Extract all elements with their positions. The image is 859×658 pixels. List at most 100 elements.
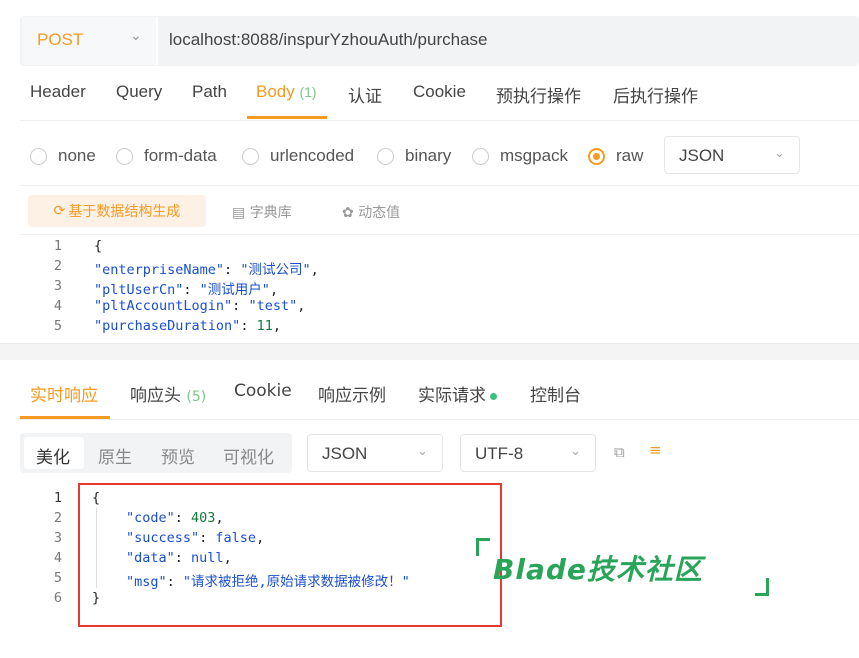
tab-auth[interactable]: 认证 <box>348 82 382 107</box>
radio-circle <box>472 147 489 165</box>
tab-body-label: Body <box>256 82 295 101</box>
tab-post-script[interactable]: 后执行操作 <box>613 82 698 107</box>
line-number: 1 <box>53 238 62 254</box>
json-value: "测试公司" <box>240 262 311 278</box>
tab-actual-request-label: 实际请求 <box>418 386 486 406</box>
code-line: "data": null, <box>126 550 232 566</box>
watermark-text: Blade技术社区 <box>493 553 703 586</box>
line-number: 3 <box>53 278 62 294</box>
json-key: "msg" <box>126 574 167 590</box>
code-line: "code": 403, <box>126 510 224 526</box>
json-key: "purchaseDuration" <box>94 318 241 334</box>
view-mode-visualize[interactable]: 可视化 <box>223 443 274 468</box>
radio-label: raw <box>616 146 644 165</box>
tab-header[interactable]: Header <box>30 82 86 102</box>
radio-circle <box>242 147 259 165</box>
chevron-down-icon: ⌄ <box>417 444 428 459</box>
url-input[interactable]: localhost:8088/inspurYzhouAuth/purchase <box>169 30 488 50</box>
copy-icon[interactable]: ⧉ <box>614 443 625 461</box>
dynamic-label: 动态值 <box>358 205 401 221</box>
tab-response-headers-count: (5) <box>186 389 207 405</box>
tab-response-cookie[interactable]: Cookie <box>234 381 292 401</box>
json-value: "test" <box>248 298 298 314</box>
code-line: "success": false, <box>126 530 265 546</box>
json-key: "enterpriseName" <box>94 262 225 278</box>
json-key: "success" <box>126 530 200 546</box>
radio-msgpack[interactable]: msgpack <box>472 144 568 168</box>
chevron-down-icon: ⌄ <box>130 28 142 44</box>
json-key: "data" <box>126 550 175 566</box>
chevron-down-icon: ⌄ <box>774 146 785 161</box>
tab-query[interactable]: Query <box>116 82 162 102</box>
line-number: 6 <box>53 590 62 606</box>
tab-actual-request[interactable]: 实际请求 <box>418 381 497 406</box>
dictionary-label: 字典库 <box>249 205 292 221</box>
wrap-icon[interactable]: ≡ <box>649 441 662 459</box>
active-tab-indicator <box>247 116 327 119</box>
tab-divider <box>20 419 859 420</box>
json-key: "pltAccountLogin" <box>94 298 233 314</box>
radio-circle <box>30 147 47 165</box>
tab-body[interactable]: Body (1) <box>256 82 317 102</box>
radio-label: binary <box>405 146 452 165</box>
line-number: 3 <box>53 530 62 546</box>
json-key: "pltUserCn" <box>94 282 184 298</box>
tab-live-response[interactable]: 实时响应 <box>30 381 98 406</box>
request-body-editor[interactable]: 1 { 2 "enterpriseName": "测试公司", 3 "pltUs… <box>20 236 859 343</box>
line-number: 1 <box>53 490 62 506</box>
radio-raw[interactable]: raw <box>588 144 643 168</box>
tab-cookie[interactable]: Cookie <box>413 82 466 102</box>
code-line: { <box>94 238 103 254</box>
generate-from-schema-button[interactable]: ⟳ 基于数据结构生成 <box>28 195 206 227</box>
code-line: { <box>92 490 101 506</box>
tab-divider <box>20 120 859 121</box>
radio-circle <box>377 147 394 165</box>
tab-console[interactable]: 控制台 <box>530 381 581 406</box>
line-number: 4 <box>53 298 62 314</box>
radio-label: urlencoded <box>270 146 355 165</box>
tab-response-headers[interactable]: 响应头 (5) <box>130 381 206 406</box>
line-number: 2 <box>53 258 62 274</box>
json-value: "请求被拒绝,原始请求数据被修改！" <box>182 574 410 590</box>
json-value: 11 <box>256 318 273 334</box>
view-mode-pretty[interactable]: 美化 <box>36 443 70 468</box>
pane-splitter[interactable] <box>0 343 859 360</box>
code-line: "purchaseDuration": 11, <box>94 318 281 334</box>
radio-label: none <box>58 146 96 165</box>
view-mode-raw[interactable]: 原生 <box>98 443 132 468</box>
code-line: "pltUserCn": "测试用户", <box>94 282 279 298</box>
dynamic-icon: ✿ <box>342 205 354 221</box>
code-line: "pltAccountLogin": "test", <box>94 298 306 314</box>
json-value: 403 <box>191 510 216 526</box>
json-value: "测试用户" <box>199 282 270 298</box>
radio-form-data[interactable]: form-data <box>116 144 217 168</box>
dynamic-value-button[interactable]: ✿ 动态值 <box>342 202 400 222</box>
tab-response-headers-label: 响应头 <box>130 386 181 406</box>
radio-urlencoded[interactable]: urlencoded <box>242 144 354 168</box>
method-label: POST <box>37 30 84 49</box>
encoding-label: UTF-8 <box>475 444 524 463</box>
radio-none[interactable]: none <box>30 144 96 168</box>
indent-guide <box>96 508 97 588</box>
json-key: "code" <box>126 510 175 526</box>
code-line: "msg": "请求被拒绝,原始请求数据被修改！" <box>126 574 410 590</box>
code-line: "enterpriseName": "测试公司", <box>94 262 319 278</box>
dictionary-button[interactable]: ▤ 字典库 <box>232 202 292 222</box>
radio-circle <box>116 147 133 165</box>
radio-label: msgpack <box>500 146 569 165</box>
tab-path[interactable]: Path <box>192 82 227 102</box>
line-number: 5 <box>53 570 62 586</box>
tab-body-count: (1) <box>299 84 317 100</box>
refresh-icon: ⟳ <box>53 203 66 219</box>
watermark-bracket-right <box>755 578 769 596</box>
tab-pre-script[interactable]: 预执行操作 <box>496 82 581 107</box>
json-value: false <box>215 530 257 546</box>
json-value: null <box>191 550 224 566</box>
radio-binary[interactable]: binary <box>377 144 451 168</box>
view-mode-preview[interactable]: 预览 <box>161 443 195 468</box>
tab-response-example[interactable]: 响应示例 <box>318 381 386 406</box>
response-format-label: JSON <box>322 444 368 463</box>
radio-label: form-data <box>144 146 217 165</box>
status-dot-icon <box>490 392 497 400</box>
line-number: 2 <box>53 510 62 526</box>
